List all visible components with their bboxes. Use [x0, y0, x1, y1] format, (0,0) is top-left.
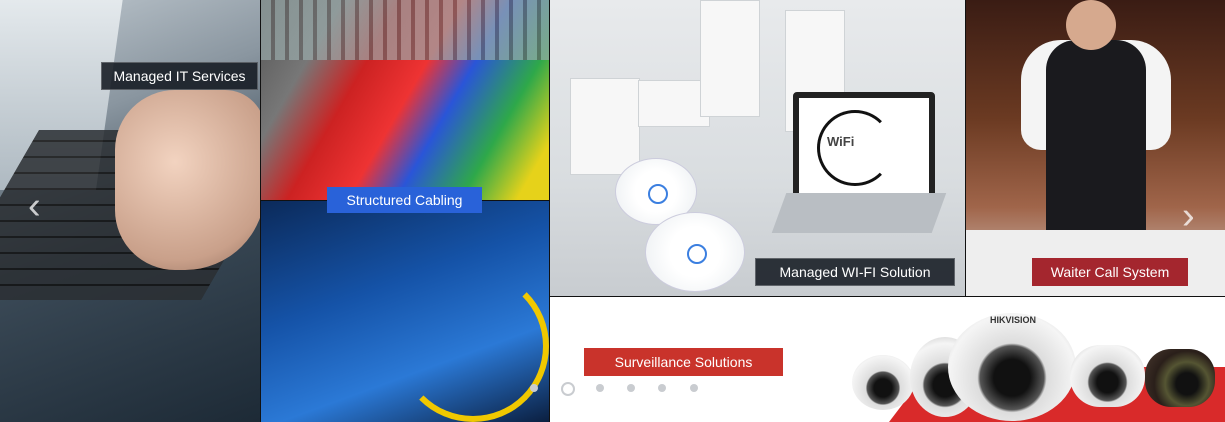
laptop-base-image [771, 193, 947, 233]
access-point-device-image-2 [645, 212, 745, 292]
dome-camera-image-1 [852, 355, 914, 410]
router-box-image [570, 78, 640, 175]
wifi-laptop-image: WiFi [771, 92, 947, 233]
waiter-head-image [1066, 0, 1116, 50]
slider-dot[interactable] [530, 384, 538, 392]
bullet-camera-image-1 [1070, 345, 1145, 407]
patch-panel-image [261, 0, 549, 60]
managed-wifi-tile[interactable]: WiFi [550, 0, 965, 296]
managed-it-services-label[interactable]: Managed IT Services [101, 62, 258, 90]
yellow-cable-image [397, 270, 549, 422]
dome-camera-image-3 [948, 313, 1076, 421]
surveillance-solutions-label[interactable]: Surveillance Solutions [584, 348, 783, 376]
slider-dot[interactable] [658, 384, 666, 392]
structured-cabling-tile[interactable] [261, 0, 549, 200]
waiter-call-system-tile[interactable] [966, 0, 1225, 296]
access-point-box-image [700, 0, 760, 117]
bullet-camera-image-2 [1145, 349, 1215, 407]
slider-dot[interactable] [596, 384, 604, 392]
slider-dot[interactable] [627, 384, 635, 392]
slider-dot-active[interactable] [561, 382, 575, 396]
slider-dot[interactable] [690, 384, 698, 392]
waiter-call-system-label[interactable]: Waiter Call System [1032, 258, 1188, 286]
fiber-cabling-image [261, 201, 549, 422]
structured-cabling-label[interactable]: Structured Cabling [327, 187, 482, 213]
hikvision-brand-text: HIKVISION [990, 315, 1037, 325]
wifi-screen-text: WiFi [827, 134, 855, 149]
hand-image [115, 90, 260, 270]
slider-next-arrow-icon[interactable]: ‹ [1182, 195, 1195, 238]
managed-wifi-label[interactable]: Managed WI-FI Solution [755, 258, 955, 286]
waiter-vest-image [1046, 40, 1146, 240]
slider-prev-arrow-icon[interactable]: ‹ [28, 185, 41, 228]
